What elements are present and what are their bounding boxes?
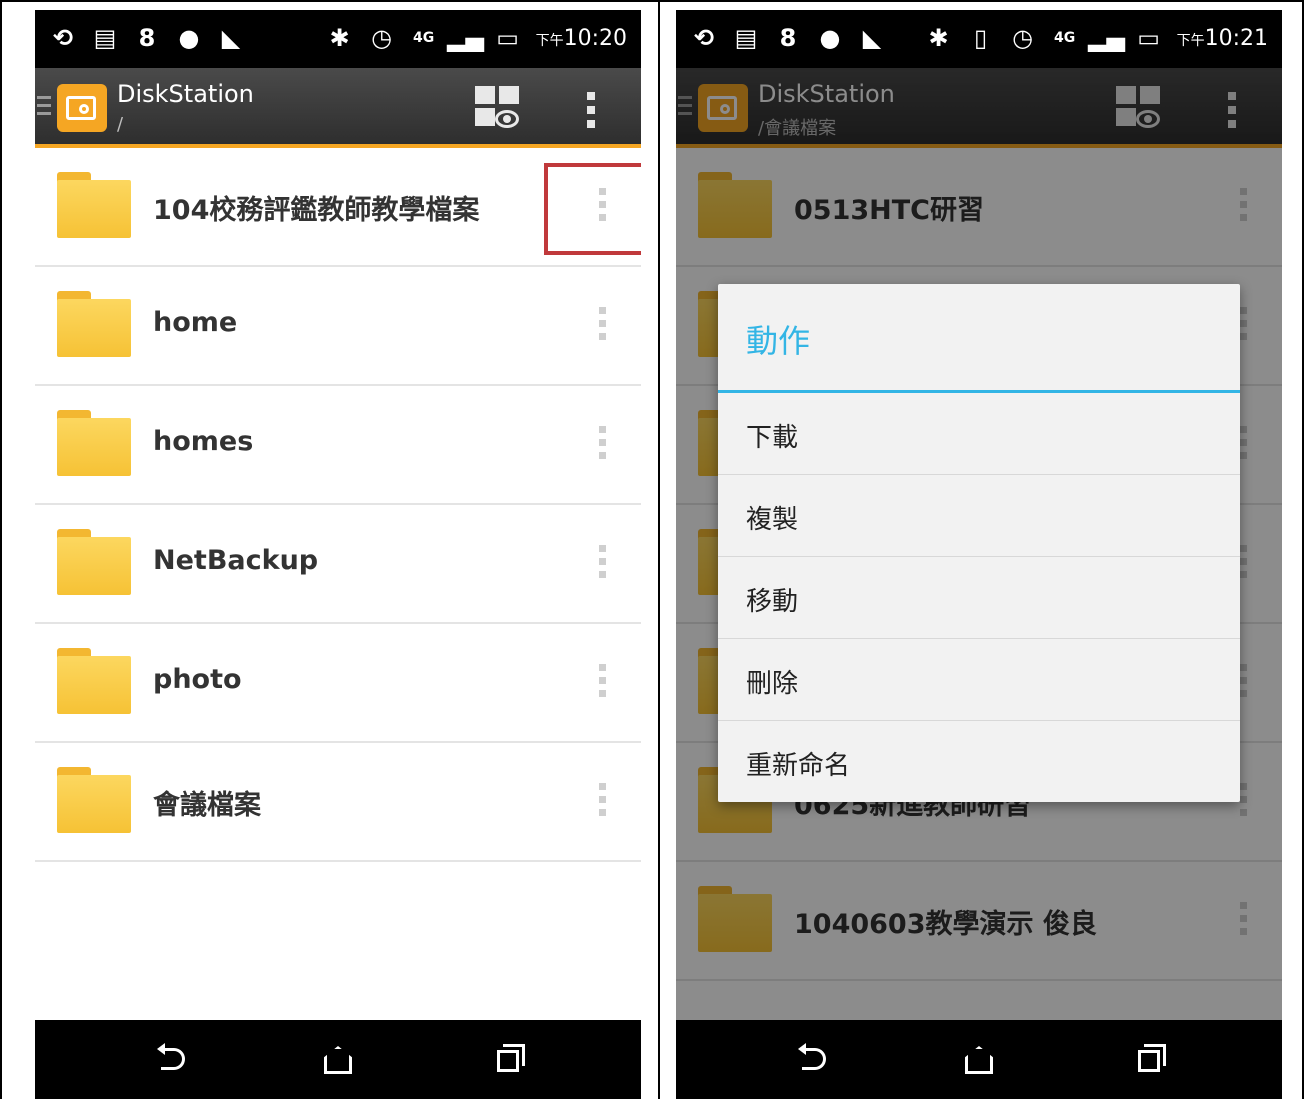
folder-name: 會議檔案	[153, 790, 261, 821]
signal-icon: ▂▄	[1088, 24, 1126, 52]
4g-icon: 4G	[412, 30, 435, 46]
sync-icon: ⟲	[693, 24, 715, 52]
vibrate-icon: ▯	[973, 24, 988, 52]
list-item[interactable]: NetBackup	[35, 505, 641, 624]
nav-bar	[35, 1020, 641, 1099]
folder-icon	[57, 410, 131, 476]
battery-icon: ▭	[1137, 24, 1160, 52]
item-more-icon[interactable]	[599, 783, 607, 821]
frame-divider	[658, 0, 660, 1099]
annotation-highlight-box	[544, 163, 641, 255]
dialog-title: 動作	[746, 322, 811, 360]
folder-icon	[57, 291, 131, 357]
4g-icon: 4G	[1053, 30, 1076, 46]
list-item[interactable]: photo	[35, 624, 641, 743]
recent-apps-icon[interactable]	[1132, 1042, 1172, 1078]
action-rename[interactable]: 重新命名	[718, 721, 1240, 803]
back-icon[interactable]	[794, 1042, 834, 1078]
right-phone-screen: ⟲ ▤ 8 ● ◣ ✱ ▯ ◷ 4G ▂▄ ▭ 下午10:21 DiskStat…	[676, 10, 1282, 1099]
menu-icon[interactable]	[37, 96, 51, 120]
view-mode-icon[interactable]	[475, 86, 521, 130]
alarm-icon: ◷	[1012, 24, 1034, 52]
item-more-icon[interactable]	[599, 307, 607, 345]
action-dialog: 動作 下載 複製 移動 刪除 重新命名	[718, 284, 1240, 802]
clock: 下午10:20	[535, 25, 627, 51]
notes-icon: ▤	[734, 24, 758, 52]
list-item[interactable]: home	[35, 267, 641, 386]
folder-name: homes	[153, 426, 254, 457]
folder-name: NetBackup	[153, 545, 319, 576]
action-label: 移動	[746, 587, 799, 617]
folder-list: 104校務評鑑教師教學檔案 home homes NetBackup photo…	[35, 148, 641, 862]
battery-icon: ▭	[496, 24, 519, 52]
folder-name: 104校務評鑑教師教學檔案	[153, 195, 480, 226]
sync-icon: ⟲	[52, 24, 74, 52]
diskstation-logo-icon[interactable]	[57, 84, 107, 132]
action-copy[interactable]: 複製	[718, 475, 1240, 557]
action-label: 下載	[746, 423, 799, 453]
google-plus-icon: 8	[779, 24, 797, 52]
status-bar: ⟲ ▤ 8 ● ◣ ✱ ▯ ◷ 4G ▂▄ ▭ 下午10:21	[676, 10, 1282, 68]
overflow-menu-icon[interactable]	[587, 92, 595, 128]
signal-icon: ▂▄	[447, 24, 485, 52]
frame-left-border	[0, 0, 2, 1099]
app-title: DiskStation	[117, 80, 254, 108]
frame-right-border	[1302, 0, 1304, 1099]
left-phone-screen: ⟲ ▤ 8 ● ◣ ✱ ◷ 4G ▂▄ ▭ 下午10:20 DiskStatio…	[35, 10, 641, 1099]
action-move[interactable]: 移動	[718, 557, 1240, 639]
folder-name: photo	[153, 664, 242, 695]
action-delete[interactable]: 刪除	[718, 639, 1240, 721]
app-bar: DiskStation /	[35, 68, 641, 148]
list-item[interactable]: 會議檔案	[35, 743, 641, 862]
folder-icon	[57, 767, 131, 833]
item-more-icon[interactable]	[599, 426, 607, 464]
notes-icon: ▤	[93, 24, 117, 52]
alarm-icon: ◷	[371, 24, 393, 52]
folder-icon	[57, 648, 131, 714]
clock: 下午10:21	[1176, 25, 1268, 51]
folder-icon	[57, 172, 131, 238]
google-plus-icon: 8	[138, 24, 156, 52]
action-label: 複製	[746, 505, 799, 535]
missed-call-icon: ◣	[862, 24, 882, 52]
home-icon[interactable]	[318, 1042, 358, 1078]
back-icon[interactable]	[153, 1042, 193, 1078]
line-icon: ●	[819, 24, 841, 52]
status-bar: ⟲ ▤ 8 ● ◣ ✱ ◷ 4G ▂▄ ▭ 下午10:20	[35, 10, 641, 68]
list-item[interactable]: homes	[35, 386, 641, 505]
bluetooth-icon: ✱	[928, 24, 949, 52]
home-icon[interactable]	[959, 1042, 999, 1078]
action-label: 刪除	[746, 669, 799, 699]
line-icon: ●	[178, 24, 200, 52]
item-more-icon[interactable]	[599, 664, 607, 702]
missed-call-icon: ◣	[221, 24, 241, 52]
current-path: /	[117, 114, 124, 135]
folder-icon	[57, 529, 131, 595]
recent-apps-icon[interactable]	[491, 1042, 531, 1078]
action-download[interactable]: 下載	[718, 393, 1240, 475]
bluetooth-icon: ✱	[329, 24, 350, 52]
action-label: 重新命名	[746, 751, 851, 781]
nav-bar	[676, 1020, 1282, 1099]
item-more-icon[interactable]	[599, 545, 607, 583]
folder-name: home	[153, 307, 238, 338]
